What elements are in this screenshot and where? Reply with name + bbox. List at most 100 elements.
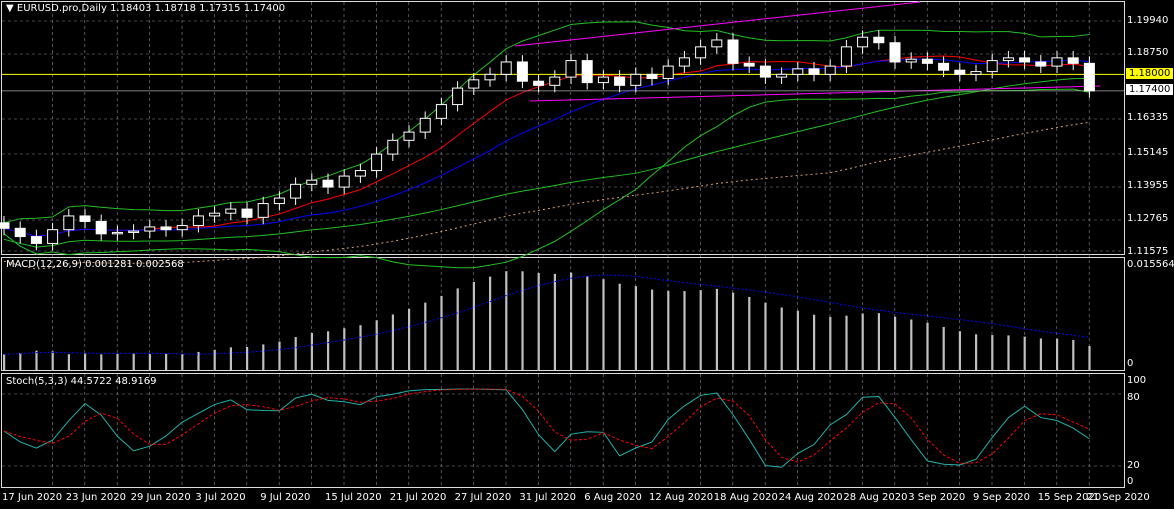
candle-body bbox=[1002, 57, 1014, 62]
candle-body bbox=[160, 226, 172, 231]
date-label: 3 Sep 2020 bbox=[908, 492, 966, 503]
candle-body bbox=[79, 215, 91, 222]
macd-bar bbox=[424, 302, 427, 370]
date-label: 28 Aug 2020 bbox=[843, 492, 908, 503]
candle-body bbox=[387, 139, 399, 155]
candle-body bbox=[857, 36, 869, 48]
macd-bar bbox=[780, 307, 783, 370]
macd-bar bbox=[278, 341, 281, 370]
candle-body bbox=[986, 60, 998, 73]
price-tick: 1.19940 bbox=[1127, 15, 1169, 26]
candle-body bbox=[743, 62, 755, 67]
stoch-label: Stoch(5,3,3) 44.5722 48.9169 bbox=[6, 376, 157, 387]
macd-bar bbox=[926, 322, 929, 370]
macd-bar bbox=[683, 291, 686, 370]
candle-body bbox=[63, 215, 75, 231]
candle-body bbox=[484, 73, 496, 81]
macd-bar bbox=[246, 347, 249, 370]
macd-bar bbox=[521, 271, 524, 370]
candle-body bbox=[938, 62, 950, 71]
macd-bar bbox=[845, 315, 848, 370]
macd-bar bbox=[634, 286, 637, 370]
macd-bar bbox=[699, 290, 702, 370]
macd-axis-zero: 0 bbox=[1127, 358, 1134, 369]
candle-body bbox=[435, 104, 447, 119]
candle-body bbox=[1019, 57, 1031, 63]
candle-body bbox=[646, 73, 658, 79]
macd-bar bbox=[1088, 345, 1091, 370]
macd-bar bbox=[3, 354, 6, 370]
macd-bar bbox=[67, 354, 70, 370]
candle-body bbox=[371, 153, 383, 172]
candle-body bbox=[306, 179, 318, 185]
candle-body bbox=[1051, 57, 1063, 67]
ohlc-open: 1.18403 bbox=[110, 3, 152, 14]
macd-bar bbox=[829, 316, 832, 370]
candle-body bbox=[419, 117, 431, 133]
candle-body bbox=[581, 60, 593, 84]
macd-bar bbox=[19, 352, 22, 370]
macd-bar bbox=[586, 276, 589, 370]
macd-bar bbox=[764, 302, 767, 370]
channel-lower-line bbox=[529, 85, 1101, 102]
price-tick: 1.15145 bbox=[1127, 147, 1169, 158]
stoch-main-line bbox=[3, 388, 1090, 468]
candle-body bbox=[290, 183, 302, 199]
macd-bar bbox=[570, 272, 573, 370]
macd-bar bbox=[1072, 339, 1075, 370]
candle-body bbox=[468, 79, 480, 89]
date-label: 21 Jul 2020 bbox=[389, 492, 447, 503]
stoch-axis-80: 80 bbox=[1127, 392, 1140, 403]
candle-body bbox=[338, 175, 350, 188]
price-tick: 1.12765 bbox=[1127, 213, 1169, 224]
macd-bar bbox=[505, 271, 508, 370]
macd-axis-max: 0.015564 bbox=[1127, 259, 1174, 270]
stoch-axis-100: 100 bbox=[1127, 375, 1147, 386]
macd-bar bbox=[796, 310, 799, 370]
macd-bar bbox=[35, 350, 38, 370]
date-label: 21 Sep 2020 bbox=[1086, 492, 1150, 503]
triangle-down-icon[interactable]: ▼ bbox=[6, 3, 14, 14]
macd-bar bbox=[667, 290, 670, 370]
macd-bar bbox=[1007, 335, 1010, 370]
candle-body bbox=[47, 229, 59, 244]
price-tick: 1.16335 bbox=[1127, 112, 1169, 123]
candle-body bbox=[727, 39, 739, 64]
macd-bar bbox=[975, 334, 978, 370]
ohlc-close: 1.17400 bbox=[243, 3, 286, 14]
macd-bar bbox=[116, 353, 119, 370]
ohlc-low: 1.17315 bbox=[199, 3, 241, 14]
macd-bar bbox=[213, 349, 216, 370]
candle-body bbox=[209, 212, 221, 217]
ma-fast-line bbox=[3, 55, 1090, 237]
macd-bar bbox=[1023, 336, 1026, 370]
date-label: 17 Jun 2020 bbox=[2, 492, 63, 503]
macd-bar bbox=[359, 325, 362, 370]
candle-body bbox=[225, 208, 237, 214]
macd-bar bbox=[877, 313, 880, 370]
candle-body bbox=[1067, 57, 1079, 64]
macd-bar bbox=[165, 353, 168, 370]
ohlc-high: 1.18718 bbox=[154, 3, 196, 14]
candle-body bbox=[533, 80, 545, 86]
macd-bar bbox=[910, 319, 913, 370]
chart-header: ▼ EURUSD.pro,Daily 1.18403 1.18718 1.173… bbox=[6, 3, 285, 14]
candle-body bbox=[241, 208, 253, 218]
date-label: 23 Jun 2020 bbox=[65, 492, 126, 503]
macd-bar bbox=[537, 273, 540, 370]
macd-bar bbox=[262, 344, 265, 370]
candle-body bbox=[970, 71, 982, 75]
macd-bar bbox=[132, 353, 135, 370]
candle-body bbox=[695, 46, 707, 59]
ichimoku-span-line bbox=[3, 121, 1090, 270]
date-label: 18 Aug 2020 bbox=[713, 492, 778, 503]
candle-body bbox=[144, 226, 156, 232]
candle-body bbox=[0, 222, 10, 229]
macd-label: MACD(12,26,9) 0.001281 0.002568 bbox=[6, 259, 184, 270]
candle-body bbox=[500, 61, 512, 75]
date-label: 6 Aug 2020 bbox=[584, 492, 642, 503]
candle-body bbox=[322, 179, 334, 188]
macd-bar bbox=[1039, 338, 1042, 370]
candle-body bbox=[403, 131, 415, 141]
macd-bar bbox=[294, 337, 297, 370]
